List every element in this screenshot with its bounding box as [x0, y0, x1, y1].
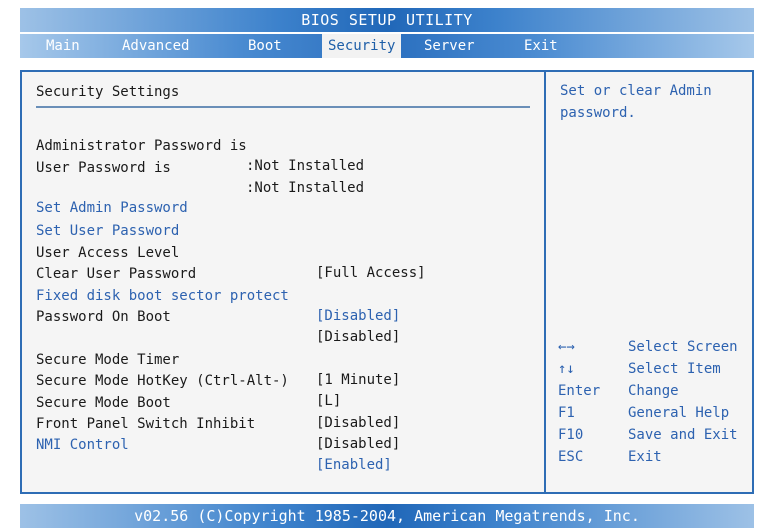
- copyright-footer: v02.56 (C)Copyright 1985-2004, American …: [20, 504, 754, 528]
- copyright-text: v02.56 (C)Copyright 1985-2004, American …: [134, 507, 640, 525]
- front-panel-switch-inhibit-value: [Disabled]: [316, 436, 401, 452]
- set-user-password-item[interactable]: Set User Password: [36, 201, 179, 239]
- user-password-status: User Password is :Not Installed: [36, 138, 364, 196]
- tab-advanced[interactable]: Advanced: [116, 34, 195, 58]
- key-legend-key: F10: [558, 427, 584, 443]
- help-panel-divider: [544, 72, 546, 492]
- fixed-disk-boot-sector-value[interactable]: [Disabled]: [316, 306, 400, 326]
- key-legend-desc: Select Item: [628, 361, 721, 377]
- user-access-level-item: User Access Level [Full Access]: [36, 223, 426, 281]
- tab-main[interactable]: Main: [40, 34, 86, 58]
- secure-mode-hotkey-item: Secure Mode HotKey (Ctrl-Alt-) [L]: [36, 351, 341, 409]
- secure-mode-timer-item: Secure Mode Timer [1 Minute]: [36, 330, 400, 388]
- tab-boot[interactable]: Boot: [242, 34, 288, 58]
- key-legend-key: ESC: [558, 449, 584, 465]
- nmi-control-value[interactable]: [Enabled]: [316, 455, 392, 475]
- arrows-vertical-icon: ↑↓: [558, 361, 575, 377]
- arrows-horizontal-icon: ←→: [558, 339, 575, 355]
- user-password-status-label: User Password is: [36, 160, 171, 176]
- set-admin-password-item[interactable]: Set Admin Password: [36, 178, 188, 216]
- password-on-boot-label: Password On Boot: [36, 309, 171, 325]
- tab-server[interactable]: Server: [418, 34, 481, 58]
- admin-password-status: Administrator Password is :Not Installed: [36, 116, 364, 174]
- section-title: Security Settings: [36, 84, 180, 100]
- key-legend-desc: Save and Exit: [628, 427, 738, 443]
- admin-password-status-value: :Not Installed: [246, 158, 365, 174]
- fixed-disk-boot-sector-item[interactable]: Fixed disk boot sector protect [Disabled…: [36, 266, 400, 324]
- key-legend-desc: Exit: [628, 449, 662, 465]
- password-on-boot-value: [Disabled]: [316, 329, 401, 345]
- help-description: Set or clear Admin password.: [560, 83, 712, 121]
- secure-mode-boot-item: Secure Mode Boot [Disabled]: [36, 373, 400, 431]
- key-legend-key: F1: [558, 405, 575, 421]
- key-legend-desc: Select Screen: [628, 339, 738, 355]
- key-legend-desc: Change: [628, 383, 679, 399]
- user-password-status-value: :Not Installed: [246, 180, 365, 196]
- secure-mode-hotkey-label: Secure Mode HotKey (Ctrl-Alt-): [36, 373, 289, 389]
- menu-tab-bar: Main Advanced Boot Security Server Exit: [20, 34, 754, 58]
- secure-mode-boot-value: [Disabled]: [316, 415, 401, 431]
- tab-exit[interactable]: Exit: [518, 34, 564, 58]
- user-access-level-value: [Full Access]: [316, 265, 426, 281]
- bios-title-bar: BIOS SETUP UTILITY: [20, 8, 754, 32]
- bios-title: BIOS SETUP UTILITY: [301, 11, 473, 29]
- tab-security[interactable]: Security: [322, 34, 402, 58]
- key-legend-key: Enter: [558, 383, 601, 399]
- main-panel: Security Settings Administrator Password…: [20, 70, 754, 494]
- secure-mode-hotkey-value: [L]: [316, 393, 342, 409]
- fixed-disk-boot-sector-label: Fixed disk boot sector protect: [36, 288, 289, 304]
- key-legend-desc: General Help: [628, 405, 730, 421]
- password-on-boot-item: Password On Boot [Disabled]: [36, 287, 400, 345]
- section-divider: [36, 106, 530, 108]
- nmi-control-item[interactable]: NMI Control [Enabled]: [36, 415, 392, 473]
- nmi-control-label: NMI Control: [36, 437, 129, 453]
- secure-mode-timer-value: [1 Minute]: [316, 372, 401, 388]
- front-panel-switch-inhibit-item: Front Panel Switch Inhibit [Disabled]: [36, 394, 400, 452]
- clear-user-password-item: Clear User Password: [36, 244, 196, 282]
